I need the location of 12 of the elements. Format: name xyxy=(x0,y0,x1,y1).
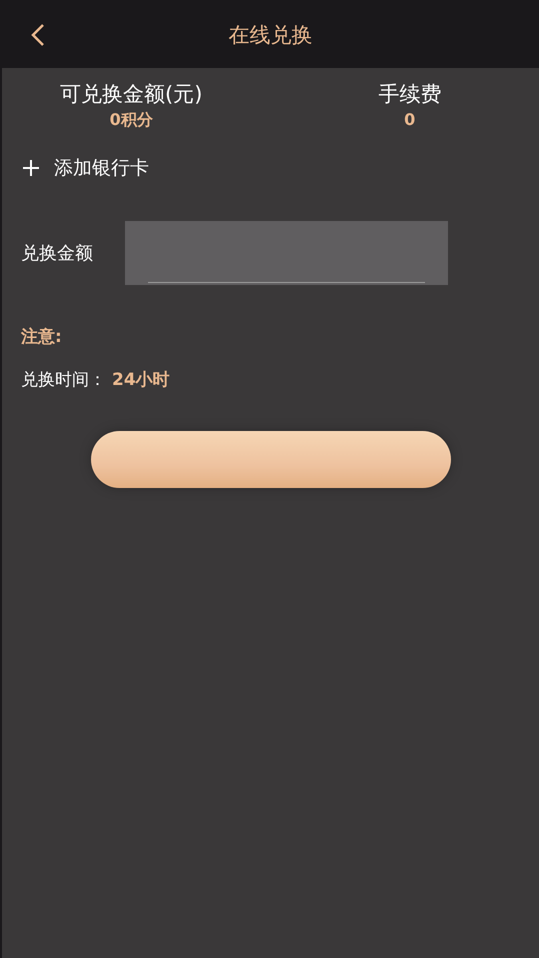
summary-label: 可兑换金额(元) xyxy=(60,81,202,108)
notice-title: 注意: xyxy=(21,326,63,348)
summary-value: 0 xyxy=(404,110,416,129)
amount-label: 兑换金额 xyxy=(21,242,94,265)
summary-value: 0积分 xyxy=(110,110,153,131)
summary-label: 手续费 xyxy=(378,81,442,108)
amount-input-field[interactable] xyxy=(125,221,448,285)
exchange-time-label: 兑换时间： xyxy=(21,369,106,391)
add-bank-card-link[interactable]: 添加银行卡 xyxy=(22,155,149,181)
plus-icon xyxy=(22,159,40,177)
exchange-time-value: 24小时 xyxy=(112,369,170,391)
page-title: 在线兑换 xyxy=(228,22,312,49)
